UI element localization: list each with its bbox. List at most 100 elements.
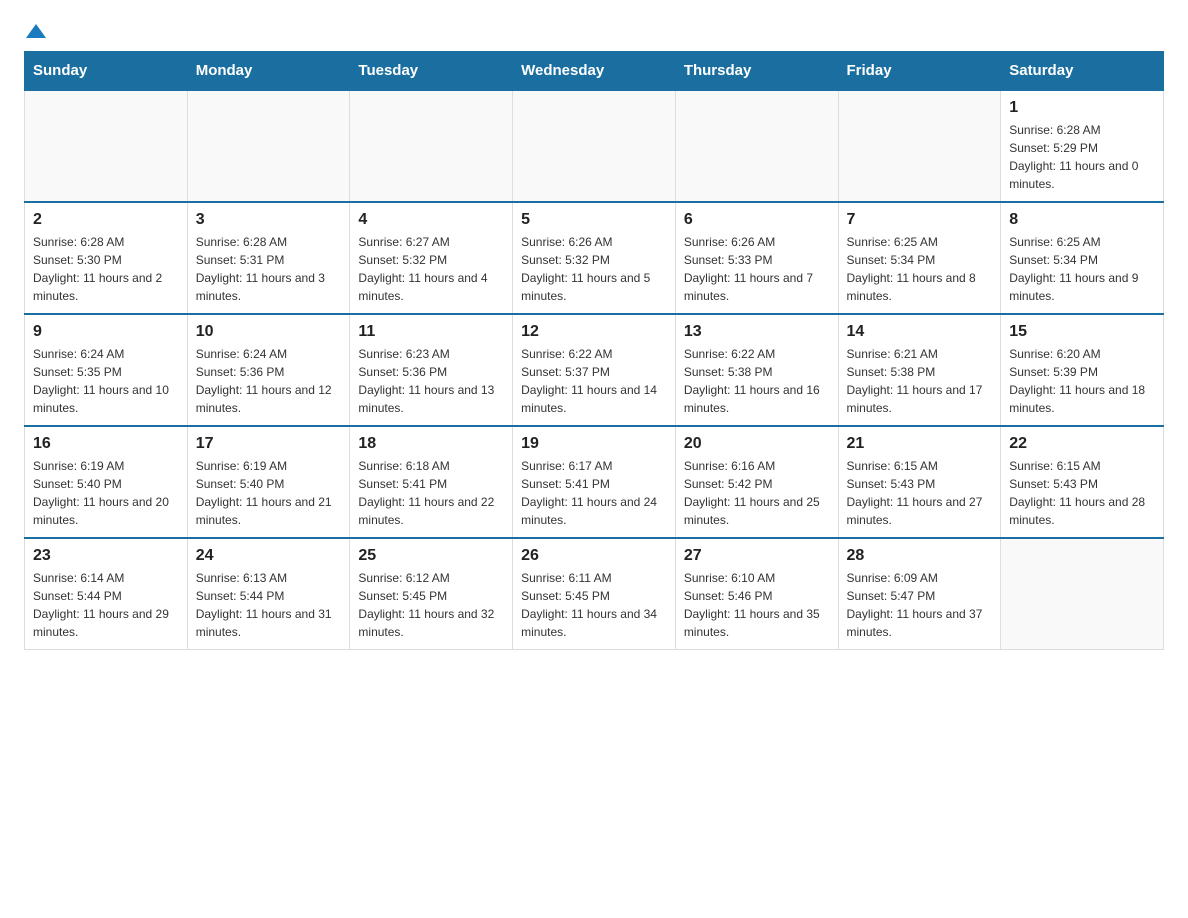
day-cell: 15 Sunrise: 6:20 AMSunset: 5:39 PMDayligh… <box>1001 314 1164 426</box>
day-number: 15 <box>1009 323 1155 341</box>
day-cell: 25 Sunrise: 6:12 AMSunset: 5:45 PMDayligh… <box>350 538 513 650</box>
header-thursday: Thursday <box>675 52 838 91</box>
day-info: Sunrise: 6:22 AMSunset: 5:38 PMDaylight:… <box>684 345 830 417</box>
day-number: 26 <box>521 547 667 565</box>
day-number: 19 <box>521 435 667 453</box>
day-number: 18 <box>358 435 504 453</box>
day-number: 23 <box>33 547 179 565</box>
day-number: 8 <box>1009 211 1155 229</box>
day-info: Sunrise: 6:13 AMSunset: 5:44 PMDaylight:… <box>196 569 342 641</box>
header-friday: Friday <box>838 52 1001 91</box>
day-info: Sunrise: 6:26 AMSunset: 5:33 PMDaylight:… <box>684 233 830 305</box>
day-info: Sunrise: 6:24 AMSunset: 5:35 PMDaylight:… <box>33 345 179 417</box>
day-cell: 20Sunrise: 6:16 AMSunset: 5:42 PMDayligh… <box>675 426 838 538</box>
day-info: Sunrise: 6:28 AMSunset: 5:30 PMDaylight:… <box>33 233 179 305</box>
day-cell <box>1001 538 1164 650</box>
day-number: 3 <box>196 211 342 229</box>
day-info: Sunrise: 6:15 AMSunset: 5:43 PMDaylight:… <box>1009 457 1155 529</box>
day-cell <box>675 90 838 202</box>
day-number: 1 <box>1009 99 1155 117</box>
day-number: 4 <box>358 211 504 229</box>
day-cell: 19Sunrise: 6:17 AMSunset: 5:41 PMDayligh… <box>513 426 676 538</box>
day-number: 24 <box>196 547 342 565</box>
page-header <box>24 24 1164 35</box>
day-info: Sunrise: 6:25 AMSunset: 5:34 PMDaylight:… <box>1009 233 1155 305</box>
header-row: Sunday Monday Tuesday Wednesday Thursday… <box>25 52 1164 91</box>
day-number: 17 <box>196 435 342 453</box>
header-monday: Monday <box>187 52 350 91</box>
day-info: Sunrise: 6:28 AMSunset: 5:31 PMDaylight:… <box>196 233 342 305</box>
day-cell <box>838 90 1001 202</box>
week-row-4: 16 Sunrise: 6:19 AMSunset: 5:40 PMDayligh… <box>25 426 1164 538</box>
day-number: 6 <box>684 211 830 229</box>
day-info: Sunrise: 6:11 AMSunset: 5:45 PMDaylight:… <box>521 569 667 641</box>
day-info: Sunrise: 6:28 AMSunset: 5:29 PMDaylight:… <box>1009 121 1155 193</box>
day-cell: 4 Sunrise: 6:27 AMSunset: 5:32 PMDaylight… <box>350 202 513 314</box>
day-number: 7 <box>847 211 993 229</box>
day-cell: 11 Sunrise: 6:23 AMSunset: 5:36 PMDayligh… <box>350 314 513 426</box>
day-number: 2 <box>33 211 179 229</box>
day-info: Sunrise: 6:20 AMSunset: 5:39 PMDaylight:… <box>1009 345 1155 417</box>
day-cell <box>187 90 350 202</box>
day-cell: 18 Sunrise: 6:18 AMSunset: 5:41 PMDayligh… <box>350 426 513 538</box>
week-row-5: 23 Sunrise: 6:14 AMSunset: 5:44 PMDayligh… <box>25 538 1164 650</box>
day-cell: 28 Sunrise: 6:09 AMSunset: 5:47 PMDayligh… <box>838 538 1001 650</box>
day-info: Sunrise: 6:21 AMSunset: 5:38 PMDaylight:… <box>847 345 993 417</box>
day-number: 27 <box>684 547 830 565</box>
day-number: 28 <box>847 547 993 565</box>
day-number: 16 <box>33 435 179 453</box>
day-cell <box>350 90 513 202</box>
day-cell: 17 Sunrise: 6:19 AMSunset: 5:40 PMDayligh… <box>187 426 350 538</box>
day-number: 5 <box>521 211 667 229</box>
day-number: 21 <box>847 435 993 453</box>
day-info: Sunrise: 6:09 AMSunset: 5:47 PMDaylight:… <box>847 569 993 641</box>
day-info: Sunrise: 6:24 AMSunset: 5:36 PMDaylight:… <box>196 345 342 417</box>
day-cell: 16 Sunrise: 6:19 AMSunset: 5:40 PMDayligh… <box>25 426 188 538</box>
day-info: Sunrise: 6:14 AMSunset: 5:44 PMDaylight:… <box>33 569 179 641</box>
day-info: Sunrise: 6:16 AMSunset: 5:42 PMDaylight:… <box>684 457 830 529</box>
calendar-table: Sunday Monday Tuesday Wednesday Thursday… <box>24 51 1164 650</box>
day-info: Sunrise: 6:18 AMSunset: 5:41 PMDaylight:… <box>358 457 504 529</box>
day-cell <box>25 90 188 202</box>
day-info: Sunrise: 6:23 AMSunset: 5:36 PMDaylight:… <box>358 345 504 417</box>
day-cell: 10 Sunrise: 6:24 AMSunset: 5:36 PMDayligh… <box>187 314 350 426</box>
day-cell: 5 Sunrise: 6:26 AMSunset: 5:32 PMDaylight… <box>513 202 676 314</box>
day-cell: 7 Sunrise: 6:25 AMSunset: 5:34 PMDaylight… <box>838 202 1001 314</box>
day-cell: 24 Sunrise: 6:13 AMSunset: 5:44 PMDayligh… <box>187 538 350 650</box>
day-cell: 9 Sunrise: 6:24 AMSunset: 5:35 PMDaylight… <box>25 314 188 426</box>
header-wednesday: Wednesday <box>513 52 676 91</box>
day-cell: 2 Sunrise: 6:28 AMSunset: 5:30 PMDaylight… <box>25 202 188 314</box>
header-tuesday: Tuesday <box>350 52 513 91</box>
week-row-3: 9 Sunrise: 6:24 AMSunset: 5:35 PMDaylight… <box>25 314 1164 426</box>
day-number: 11 <box>358 323 504 341</box>
day-cell: 6 Sunrise: 6:26 AMSunset: 5:33 PMDaylight… <box>675 202 838 314</box>
day-info: Sunrise: 6:15 AMSunset: 5:43 PMDaylight:… <box>847 457 993 529</box>
day-info: Sunrise: 6:10 AMSunset: 5:46 PMDaylight:… <box>684 569 830 641</box>
day-number: 14 <box>847 323 993 341</box>
day-number: 9 <box>33 323 179 341</box>
day-number: 12 <box>521 323 667 341</box>
day-cell: 13 Sunrise: 6:22 AMSunset: 5:38 PMDayligh… <box>675 314 838 426</box>
week-row-1: 1 Sunrise: 6:28 AMSunset: 5:29 PMDaylight… <box>25 90 1164 202</box>
day-info: Sunrise: 6:25 AMSunset: 5:34 PMDaylight:… <box>847 233 993 305</box>
day-cell: 27 Sunrise: 6:10 AMSunset: 5:46 PMDayligh… <box>675 538 838 650</box>
day-number: 22 <box>1009 435 1155 453</box>
day-info: Sunrise: 6:19 AMSunset: 5:40 PMDaylight:… <box>33 457 179 529</box>
day-cell <box>513 90 676 202</box>
day-number: 13 <box>684 323 830 341</box>
header-sunday: Sunday <box>25 52 188 91</box>
week-row-2: 2 Sunrise: 6:28 AMSunset: 5:30 PMDaylight… <box>25 202 1164 314</box>
logo <box>24 24 46 35</box>
day-info: Sunrise: 6:12 AMSunset: 5:45 PMDaylight:… <box>358 569 504 641</box>
header-saturday: Saturday <box>1001 52 1164 91</box>
day-number: 10 <box>196 323 342 341</box>
day-cell: 21 Sunrise: 6:15 AMSunset: 5:43 PMDayligh… <box>838 426 1001 538</box>
day-cell: 23 Sunrise: 6:14 AMSunset: 5:44 PMDayligh… <box>25 538 188 650</box>
day-cell: 3 Sunrise: 6:28 AMSunset: 5:31 PMDaylight… <box>187 202 350 314</box>
day-info: Sunrise: 6:19 AMSunset: 5:40 PMDaylight:… <box>196 457 342 529</box>
day-cell: 8 Sunrise: 6:25 AMSunset: 5:34 PMDaylight… <box>1001 202 1164 314</box>
day-number: 25 <box>358 547 504 565</box>
day-info: Sunrise: 6:27 AMSunset: 5:32 PMDaylight:… <box>358 233 504 305</box>
day-cell: 26 Sunrise: 6:11 AMSunset: 5:45 PMDayligh… <box>513 538 676 650</box>
day-info: Sunrise: 6:26 AMSunset: 5:32 PMDaylight:… <box>521 233 667 305</box>
